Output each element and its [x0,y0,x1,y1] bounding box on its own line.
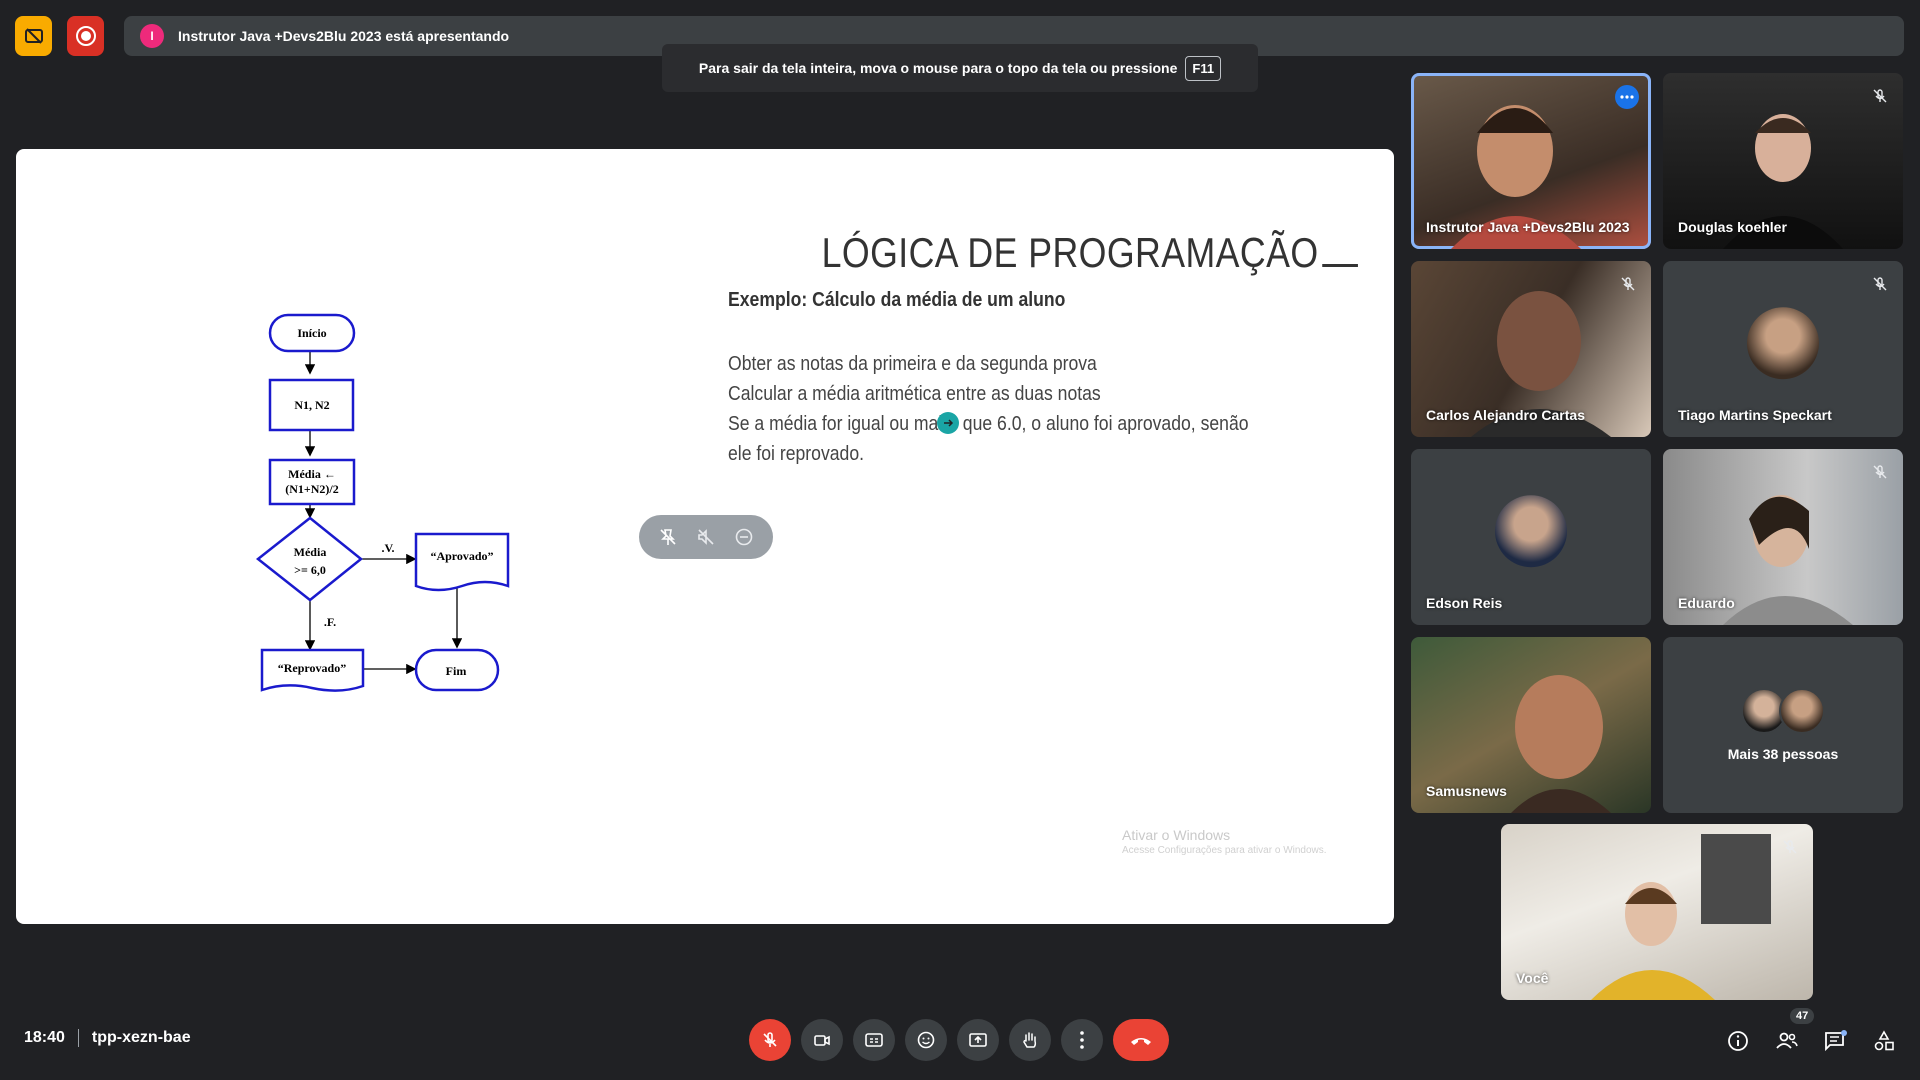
participant-name: Eduardo [1678,595,1735,611]
raise-hand-button[interactable] [1009,1019,1051,1061]
closed-captions-icon [865,1033,883,1047]
windows-watermark-title: Ativar o Windows [1122,827,1231,843]
slide-line: ele foi reprovado. [728,443,865,465]
slide-title: LÓGICA DE PROGRAMAÇÃO [822,229,1358,277]
meeting-code: tpp-xezn-bae [91,1029,191,1046]
slide-line: Calcular a média aritmética entre as dua… [728,383,1101,405]
divider [77,1029,79,1047]
fullscreen-toast-text: Para sair da tela inteira, mova o mouse … [698,60,1178,76]
flow-input-text: N1, N2 [294,398,329,412]
reactions-button[interactable] [905,1019,947,1061]
activities-button[interactable] [1870,1027,1898,1055]
videocam-icon [814,1035,830,1046]
pin-off-icon[interactable] [658,527,678,547]
participant-name: Tiago Martins Speckart [1678,407,1832,423]
more-participants: Mais 38 pessoas [1663,637,1903,813]
mic-off-icon [763,1032,777,1047]
pointer-cursor [937,412,959,434]
avatar [1779,688,1825,734]
flow-true-label: .V. [381,541,394,555]
flow-decision-text: >= 6,0 [294,563,326,577]
recording-button[interactable] [67,16,104,56]
chat-icon [1825,1030,1847,1052]
meeting-details-button[interactable] [1724,1027,1752,1055]
muted-icon [1869,273,1891,295]
clock-time: 18:40 [24,1029,65,1046]
flowchart: Início N1, N2 Média ← (N1+N2)/2 Média >=… [255,313,510,692]
avatar [1495,495,1567,568]
participant-tile[interactable]: Samusnews [1411,637,1651,813]
captions-off-button[interactable] [15,16,52,56]
flow-start-text: Início [297,326,326,340]
minimize-icon[interactable] [734,527,754,547]
flow-end-text: Fim [446,664,467,678]
more-participants-label: Mais 38 pessoas [1727,746,1839,762]
more-vertical-icon [1080,1031,1084,1049]
self-view-tile[interactable]: Você [1501,824,1813,1000]
participant-name: Samusnews [1426,783,1507,799]
more-horizontal-icon [1620,95,1634,99]
present-screen-button[interactable] [957,1019,999,1061]
participant-name: Você [1516,970,1549,986]
muted-icon [1869,85,1891,107]
flow-approved-text: “Aprovado” [430,549,493,563]
muted-icon [1617,273,1639,295]
more-options-button[interactable] [1615,85,1639,109]
participant-name: Edson Reis [1426,595,1503,611]
chat-button[interactable] [1821,1027,1849,1055]
slide-subtitle: Exemplo: Cálculo da média de um aluno [728,289,1066,311]
camera-toggle-button[interactable] [801,1019,843,1061]
captions-off-icon [24,28,43,44]
f11-key: F11 [1185,55,1222,81]
participant-tile[interactable]: Edson Reis [1411,449,1651,625]
microphone-toggle-button[interactable] [749,1019,791,1061]
slide-line: Obter as notas da primeira e da segunda … [728,353,1097,375]
participant-tile[interactable]: Eduardo [1663,449,1903,625]
participant-tile[interactable]: Carlos Alejandro Cartas [1411,261,1651,437]
more-options-button[interactable] [1061,1019,1103,1061]
participant-name: Instrutor Java +Devs2Blu 2023 [1426,219,1630,235]
slide-line: Se a média for igual ou maior que 6.0, o… [728,413,1249,435]
presentation-banner-text: Instrutor Java +Devs2Blu 2023 está apres… [178,28,510,44]
emoji-icon [917,1031,935,1049]
participant-tile[interactable]: Instrutor Java +Devs2Blu 2023 [1411,73,1651,249]
participant-tile[interactable]: Douglas koehler [1663,73,1903,249]
call-end-icon [1131,1038,1151,1045]
presentation-slide: LÓGICA DE PROGRAMAÇÃO Exemplo: Cálculo d… [16,149,1394,924]
flow-failed-text: “Reprovado” [278,661,346,675]
presenter-avatar: I [140,24,164,48]
participant-name: Douglas koehler [1678,219,1787,235]
hand-icon [1023,1032,1037,1048]
avatar [1747,307,1819,380]
slide-body: Obter as notas da primeira e da segunda … [728,349,1256,469]
slide-title-text: LÓGICA DE PROGRAMAÇÃO [821,229,1319,276]
more-participants-tile[interactable]: Mais 38 pessoas [1663,637,1903,813]
annotation-toolbar [639,515,773,559]
record-icon [75,26,96,46]
participant-tile[interactable]: Tiago Martins Speckart [1663,261,1903,437]
captions-button[interactable] [853,1019,895,1061]
windows-watermark-subtitle: Acesse Configurações para ativar o Windo… [1122,845,1327,856]
present-to-all-icon [969,1033,987,1047]
meeting-info: 18:40 tpp-xezn-bae [24,1029,191,1047]
participant-count-badge: 47 [1790,1008,1815,1024]
flow-assign-text: (N1+N2)/2 [285,482,339,496]
participant-name: Carlos Alejandro Cartas [1426,407,1585,423]
leave-call-button[interactable] [1113,1019,1169,1061]
flow-assign-text: Média ← [288,467,336,481]
flow-decision-shape [255,516,363,602]
muted-icon [1869,461,1891,483]
title-underline [1322,264,1358,267]
arrow-right-icon [944,419,954,427]
info-icon [1728,1031,1748,1051]
fullscreen-toast: Para sair da tela inteira, mova o mouse … [662,44,1258,92]
people-button[interactable] [1773,1027,1801,1055]
more-participants-avatars [1741,688,1825,734]
flow-false-label: .F. [324,615,336,629]
flow-decision-text: Média [294,545,327,559]
activities-icon [1874,1030,1894,1051]
volume-off-icon[interactable] [696,527,716,547]
muted-icon [1779,836,1801,858]
people-icon [1776,1032,1798,1049]
